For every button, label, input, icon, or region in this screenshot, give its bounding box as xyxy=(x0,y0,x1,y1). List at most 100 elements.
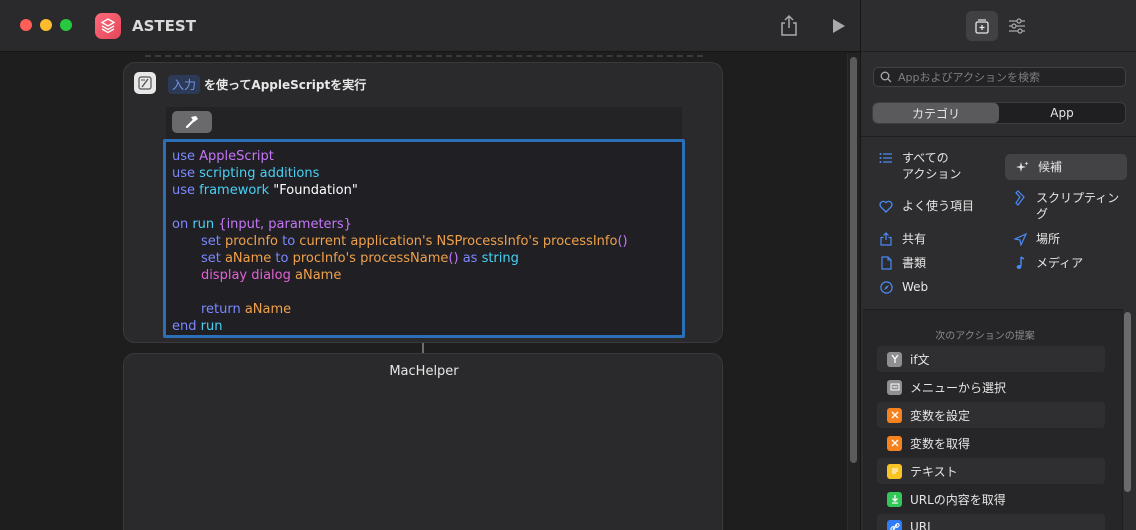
code-token: set xyxy=(200,251,225,266)
shortcuts-app-icon xyxy=(95,13,121,39)
code-token: run xyxy=(200,319,223,334)
code-token: scripting additions xyxy=(199,166,320,181)
applescript-code-editor[interactable]: use AppleScript use scripting additions us… xyxy=(163,139,685,338)
code-token: display dialog xyxy=(200,268,296,283)
category-documents-label: 書類 xyxy=(902,256,927,270)
code-token: processInfo xyxy=(542,234,618,249)
segment-app[interactable]: App xyxy=(999,103,1125,123)
action-connector xyxy=(422,343,424,353)
download-icon xyxy=(887,491,902,507)
category-favorites[interactable]: よく使う項目 xyxy=(879,198,974,214)
category-all-actions[interactable]: すべての アクション xyxy=(879,150,961,182)
suggestion-label: if文 xyxy=(910,352,930,367)
list-icon xyxy=(879,150,893,166)
code-token: AppleScript xyxy=(199,149,274,164)
code-token: aName xyxy=(224,251,276,266)
machelper-action[interactable]: MacHelper xyxy=(123,353,723,530)
code-token: use xyxy=(172,149,200,164)
suggestion-label: URL xyxy=(910,520,934,530)
action-search-field[interactable] xyxy=(873,67,1126,87)
compile-hammer-button[interactable] xyxy=(172,111,212,133)
suggestions-title: 次のアクションの提案 xyxy=(935,331,1035,342)
category-scripting[interactable]: スクリプティン グ xyxy=(1013,190,1119,222)
code-token: NSProcessInfo's xyxy=(436,234,543,249)
variable-icon xyxy=(887,407,902,423)
category-sharing-label: 共有 xyxy=(902,232,927,246)
close-window-button[interactable] xyxy=(20,19,32,31)
next-action-suggestions-panel: 次のアクションの提案 if文 メニューから選択 変数を設定 変数を取得 テキスト… xyxy=(863,309,1123,530)
code-token: procInfo's xyxy=(292,251,361,266)
settings-sliders-icon[interactable] xyxy=(1006,15,1028,37)
zoom-window-button[interactable] xyxy=(60,19,72,31)
minimize-window-button[interactable] xyxy=(40,19,52,31)
code-line: use framework "Foundation" xyxy=(172,182,676,199)
text-icon xyxy=(887,463,902,479)
workflow-editor[interactable]: 入力 を使ってAppleScriptを実行 use AppleScript use… xyxy=(0,53,860,530)
category-documents[interactable]: 書類 xyxy=(879,255,926,271)
code-line: on run {input, parameters} xyxy=(172,216,676,233)
category-location[interactable]: 場所 xyxy=(1013,231,1060,247)
suggestion-label: メニューから選択 xyxy=(910,380,1007,395)
compass-icon xyxy=(879,279,893,295)
suggestion-choose-from-menu[interactable]: メニューから選択 xyxy=(877,374,1105,400)
code-line: end run xyxy=(172,318,676,335)
location-arrow-icon xyxy=(1013,231,1027,247)
code-line: display dialog aName xyxy=(172,267,676,284)
sparkle-icon xyxy=(1015,159,1029,175)
title-bar: ASTEST xyxy=(0,0,860,52)
code-token: run xyxy=(192,217,219,232)
suggestion-label: 変数を設定 xyxy=(910,408,971,423)
if-icon xyxy=(887,351,902,367)
sidebar-scroll-thumb[interactable] xyxy=(1124,312,1131,492)
script-editor-icon xyxy=(134,72,156,94)
category-suggestions[interactable]: 候補 xyxy=(1005,154,1127,180)
action-library-icon[interactable] xyxy=(966,11,998,41)
code-line: return aName xyxy=(172,301,676,318)
run-applescript-action[interactable]: 入力 を使ってAppleScriptを実行 use AppleScript use… xyxy=(123,62,723,343)
input-variable-token[interactable]: 入力 xyxy=(168,75,201,94)
category-favorites-label: よく使う項目 xyxy=(902,199,975,213)
search-input[interactable] xyxy=(898,70,1118,84)
code-token: processName xyxy=(360,251,449,266)
category-location-label: 場所 xyxy=(1036,232,1061,246)
suggestion-text[interactable]: テキスト xyxy=(877,458,1105,484)
suggestion-url[interactable]: URL xyxy=(877,514,1105,530)
category-web-label: Web xyxy=(902,280,929,294)
suggestion-label: テキスト xyxy=(910,464,958,479)
category-sharing[interactable]: 共有 xyxy=(879,231,926,247)
menu-icon xyxy=(887,379,902,395)
suggestion-if[interactable]: if文 xyxy=(877,346,1105,372)
run-play-icon[interactable] xyxy=(830,17,848,35)
code-token: aName xyxy=(244,302,292,317)
action-header: 入力 を使ってAppleScriptを実行 xyxy=(168,75,366,94)
category-web[interactable]: Web xyxy=(879,279,928,295)
suggestion-set-variable[interactable]: 変数を設定 xyxy=(877,402,1105,428)
code-token: set xyxy=(200,234,225,249)
code-line: set aName to procInfo's processName() as… xyxy=(172,250,676,267)
share-icon xyxy=(879,231,893,247)
suggestion-get-contents-of-url[interactable]: URLの内容を取得 xyxy=(877,486,1105,512)
compile-toolbar xyxy=(166,107,682,139)
search-icon xyxy=(880,71,892,83)
category-media[interactable]: メディア xyxy=(1013,255,1083,271)
link-icon xyxy=(887,519,902,530)
segment-categories[interactable]: カテゴリ xyxy=(873,103,999,123)
suggestion-get-variable[interactable]: 変数を取得 xyxy=(877,430,1105,456)
variable-icon xyxy=(887,435,902,451)
heart-icon xyxy=(879,198,893,214)
code-token: to xyxy=(282,234,300,249)
action-header-text: を使ってAppleScriptを実行 xyxy=(204,78,367,92)
sidebar-toolbar xyxy=(861,0,1136,52)
share-icon[interactable] xyxy=(778,14,800,38)
editor-scroll-thumb[interactable] xyxy=(850,57,857,463)
code-token: () xyxy=(617,234,628,249)
code-token: current application's xyxy=(299,234,437,249)
action-library-sidebar: カテゴリ App すべての アクション 候補 よく使う項目 スクリプティン グ … xyxy=(860,0,1136,530)
category-app-segmented-control: カテゴリ App xyxy=(872,102,1126,124)
code-line: use AppleScript xyxy=(172,148,676,165)
